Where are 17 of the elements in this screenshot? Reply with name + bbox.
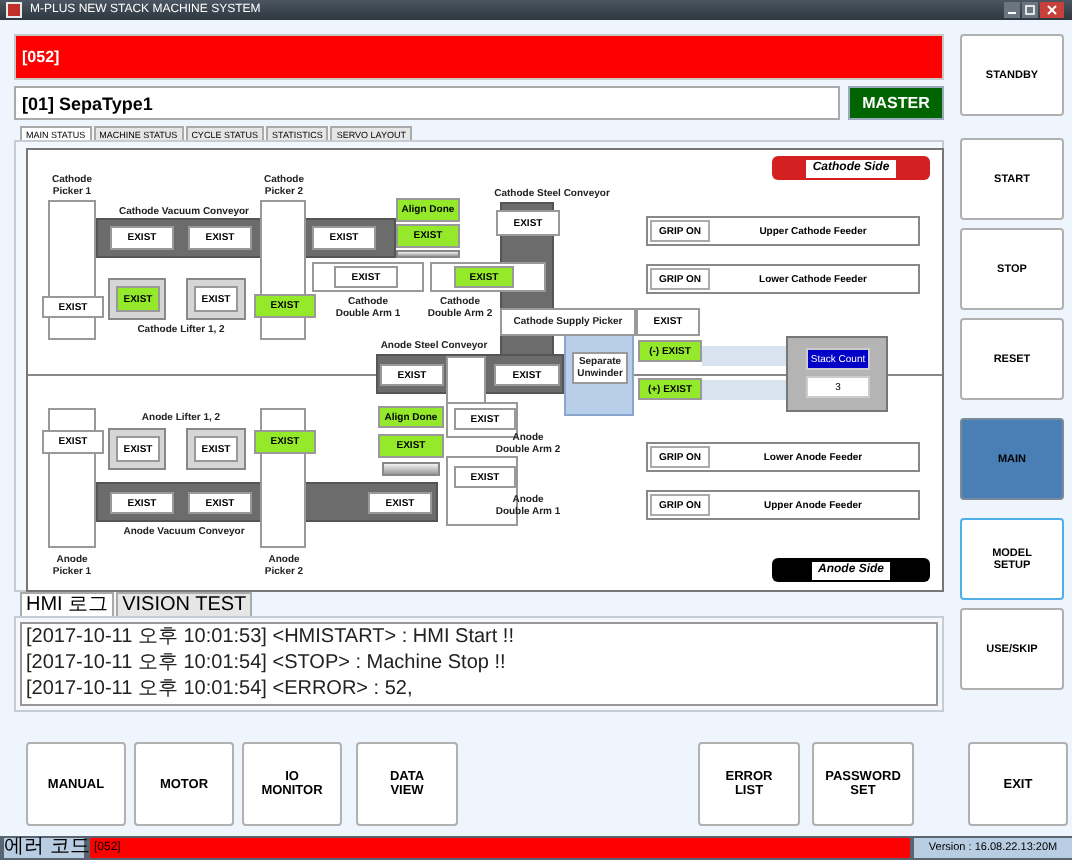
alarm-bar: [052] <box>14 34 944 80</box>
status-label: 에러 코드 <box>4 838 84 858</box>
tab[interactable]: VISION TEST <box>116 592 253 616</box>
tray-bar <box>382 462 440 476</box>
maximize-icon[interactable] <box>1022 2 1038 18</box>
tab[interactable]: HMI 로그 <box>20 592 115 616</box>
log-line: [2017-10-11 오후 10:01:54] <ERROR> : 52, <box>26 676 415 702</box>
film-band <box>702 346 786 366</box>
tray-bar <box>396 250 460 258</box>
app-icon <box>6 2 22 18</box>
film-band <box>702 380 786 400</box>
mode-button[interactable]: MASTER <box>848 86 944 120</box>
minimize-icon[interactable] <box>1004 2 1020 18</box>
close-icon[interactable] <box>1040 2 1064 18</box>
model-field: [01] SepaType1 <box>14 86 840 120</box>
log-line: [2017-10-11 오후 10:01:53] <HMISTART> : HMI Start !! <box>26 624 516 650</box>
log-line: [2017-10-11 오후 10:01:54] <STOP> : Machine Stop !! <box>26 650 508 676</box>
